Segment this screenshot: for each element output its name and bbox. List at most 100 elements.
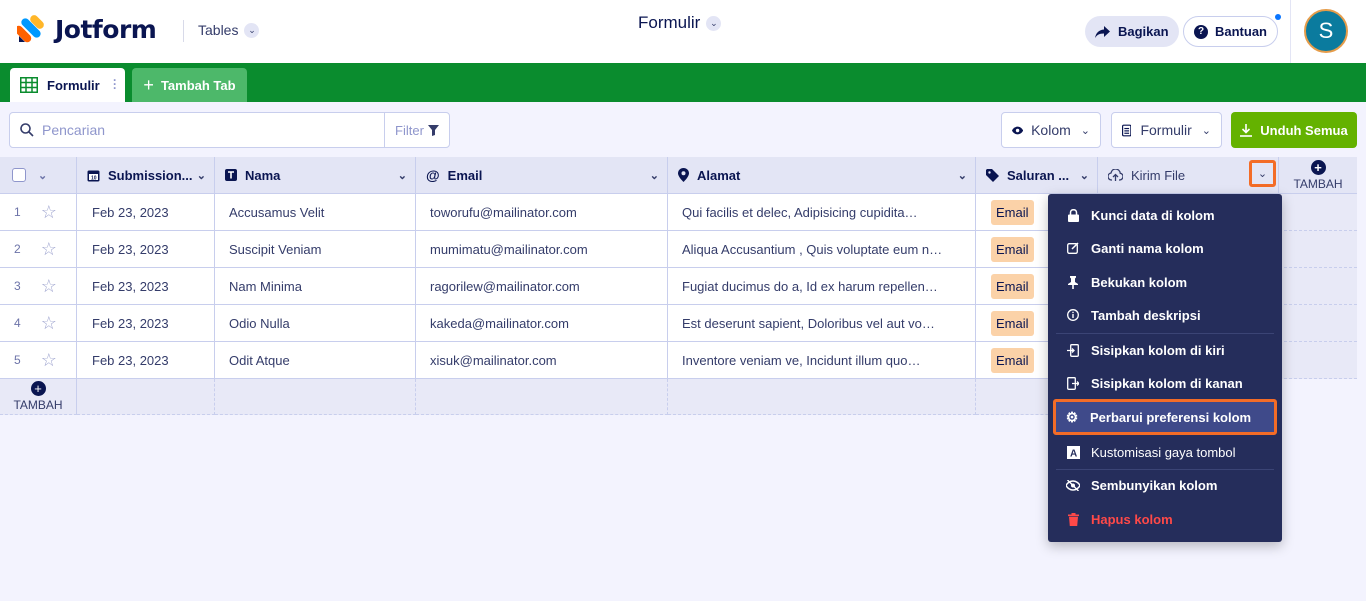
cell-name[interactable]: Suscipit Veniam [215, 231, 416, 268]
menu-item-freeze[interactable]: Bekukan kolom [1056, 267, 1274, 297]
app-switcher[interactable]: Tables ⌄ [198, 22, 260, 38]
location-pin-icon [678, 168, 689, 182]
cell-email[interactable]: mumimatu@mailinator.com [416, 231, 668, 268]
add-row-button[interactable]: + TAMBAH [0, 379, 77, 415]
column-header-label: Alamat [697, 167, 741, 183]
cell-email[interactable]: toworufu@mailinator.com [416, 194, 668, 231]
chevron-down-icon[interactable]: ⌄ [197, 169, 206, 182]
cell-address[interactable]: Fugiat ducimus do a, Id ex harum repelle… [668, 268, 976, 305]
add-tab-label: Tambah Tab [160, 77, 236, 93]
menu-item-insert-right[interactable]: Sisipkan kolom di kanan [1056, 368, 1274, 398]
page-title[interactable]: Formulir ⌄ [638, 13, 722, 33]
trash-icon [1066, 512, 1080, 526]
help-label: Bantuan [1215, 24, 1267, 39]
star-icon[interactable]: ☆ [41, 239, 57, 260]
menu-item-rename[interactable]: Ganti nama kolom [1056, 233, 1274, 263]
cell-email[interactable]: kakeda@mailinator.com [416, 305, 668, 342]
column-header-alamat[interactable]: Alamat ⌄ [668, 157, 976, 194]
jotform-logo[interactable]: Jotform [17, 14, 157, 44]
cell-text: Qui facilis et delec, Adipisicing cupidi… [682, 204, 918, 220]
cell-date[interactable]: Feb 23, 2023 [77, 305, 215, 342]
menu-item-customize-button-style[interactable]: A Kustomisasi gaya tombol [1056, 437, 1274, 467]
menu-item-label: Perbarui preferensi kolom [1090, 409, 1252, 425]
star-icon[interactable]: ☆ [41, 313, 57, 334]
filter-button[interactable]: Filter [384, 112, 450, 148]
form-button[interactable]: Formulir ⌄ [1111, 112, 1222, 148]
chevron-down-icon[interactable]: ⌄ [1080, 169, 1089, 182]
menu-item-label: Sisipkan kolom di kanan [1091, 375, 1243, 391]
cell-name[interactable]: Odit Atque [215, 342, 416, 379]
share-button[interactable]: Bagikan [1085, 16, 1179, 47]
chevron-down-icon[interactable]: ⌄ [398, 169, 407, 182]
cell-text: Feb 23, 2023 [92, 352, 169, 368]
cell-date[interactable]: Feb 23, 2023 [77, 231, 215, 268]
column-options-chevron[interactable]: ⌄ [1249, 160, 1276, 187]
star-icon[interactable]: ☆ [41, 202, 57, 223]
cell-date[interactable]: Feb 23, 2023 [77, 342, 215, 379]
add-row-cell [77, 379, 215, 415]
help-button[interactable]: ? Bantuan [1183, 14, 1281, 47]
chevron-down-icon[interactable]: ⌄ [38, 169, 47, 182]
star-icon[interactable]: ☆ [41, 276, 57, 297]
cell-text: Odio Nulla [229, 315, 290, 331]
add-column-button[interactable]: + TAMBAH [1279, 157, 1357, 194]
chevron-down-icon[interactable]: ⌄ [650, 169, 659, 182]
star-icon[interactable]: ☆ [41, 350, 57, 371]
search-input[interactable] [42, 122, 362, 138]
add-row-cell [416, 379, 668, 415]
table-grid-icon [20, 77, 38, 93]
row-number-cell: 4 ☆ [0, 305, 77, 342]
columns-button[interactable]: Kolom ⌄ [1001, 112, 1101, 148]
channel-chip: Email [991, 347, 1034, 373]
column-header-nama[interactable]: Nama ⌄ [215, 157, 416, 194]
row-number-cell: 5 ☆ [0, 342, 77, 379]
menu-item-insert-left[interactable]: Sisipkan kolom di kiri [1056, 335, 1274, 365]
chevron-down-icon: ⌄ [1080, 124, 1090, 137]
add-tab-button[interactable]: + Tambah Tab [132, 68, 247, 102]
search-icon [20, 123, 34, 137]
column-header-saluran[interactable]: Saluran ... ⌄ [976, 157, 1098, 194]
channel-chip: Email [991, 236, 1034, 262]
cell-address[interactable]: Aliqua Accusantium , Quis voluptate eum … [668, 231, 976, 268]
tab-formulir[interactable]: Formulir · · · [10, 68, 125, 102]
plus-icon: + [143, 74, 154, 95]
cell-date[interactable]: Feb 23, 2023 [77, 194, 215, 231]
svg-text:A: A [1070, 448, 1077, 459]
menu-item-label: Kustomisasi gaya tombol [1091, 444, 1236, 460]
channel-chip: Email [991, 199, 1034, 225]
menu-divider [1056, 333, 1274, 334]
cell-text: Feb 23, 2023 [92, 278, 169, 294]
column-header-submission[interactable]: 10 Submission... ⌄ [77, 157, 215, 194]
cell-address[interactable]: Qui facilis et delec, Adipisicing cupidi… [668, 194, 976, 231]
cell-address[interactable]: Est deserunt sapient, Doloribus vel aut … [668, 305, 976, 342]
eye-off-icon [1066, 479, 1080, 491]
menu-item-hide-column[interactable]: Sembunyikan kolom [1056, 470, 1274, 500]
menu-item-add-description[interactable]: Tambah deskripsi [1056, 300, 1274, 330]
cell-address[interactable]: Inventore veniam ve, Incidunt illum quo… [668, 342, 976, 379]
menu-item-lock-data[interactable]: Kunci data di kolom [1056, 200, 1274, 230]
column-header-email[interactable]: @ Email ⌄ [416, 157, 668, 194]
menu-item-label: Sembunyikan kolom [1091, 477, 1218, 493]
app-switcher-label: Tables [198, 22, 239, 38]
cell-email[interactable]: xisuk@mailinator.com [416, 342, 668, 379]
menu-item-delete-column[interactable]: Hapus kolom [1056, 504, 1274, 534]
edit-icon [1066, 242, 1080, 254]
cell-name[interactable]: Nam Minima [215, 268, 416, 305]
tab-formulir-label: Formulir [47, 77, 100, 93]
cell-date[interactable]: Feb 23, 2023 [77, 268, 215, 305]
user-avatar[interactable]: S [1304, 9, 1348, 53]
insert-left-icon [1066, 343, 1080, 357]
cell-text: kakeda@mailinator.com [430, 315, 569, 331]
cell-name[interactable]: Odio Nulla [215, 305, 416, 342]
page-title-text: Formulir [638, 13, 701, 32]
eye-icon [1012, 126, 1024, 134]
menu-item-update-preferences[interactable]: ⚙ Perbarui preferensi kolom [1053, 399, 1277, 435]
download-all-button[interactable]: Unduh Semua [1231, 112, 1357, 148]
select-all-checkbox[interactable] [12, 168, 26, 182]
chevron-down-icon[interactable]: ⌄ [958, 169, 967, 182]
cell-name[interactable]: Accusamus Velit [215, 194, 416, 231]
row-number: 3 [14, 279, 21, 293]
cell-email[interactable]: ragorilew@mailinator.com [416, 268, 668, 305]
tab-options-icon[interactable]: · · · [113, 74, 117, 94]
chevron-down-icon: ⌄ [244, 22, 260, 38]
